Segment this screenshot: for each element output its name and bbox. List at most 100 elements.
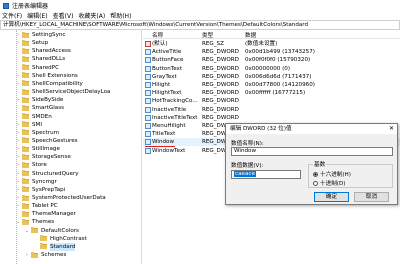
value-name-field[interactable]: Window [231, 147, 393, 156]
tree-item[interactable]: › SMI [14, 121, 42, 129]
chevron-right-icon[interactable]: › [14, 96, 22, 104]
chevron-right-icon[interactable]: › [14, 178, 22, 186]
dword-value-icon [145, 73, 151, 80]
column-name[interactable]: 名称 [152, 31, 163, 39]
folder-icon [22, 39, 29, 46]
key-tree[interactable]: › SettingSync › Setup SharedAccess SharedDLLs… [0, 30, 142, 264]
tree-item[interactable]: ⌄ DefaultColors [23, 227, 79, 235]
value-row[interactable]: InactiveTitleText REG_DWORD [143, 114, 400, 122]
chevron-right-icon[interactable]: › [14, 186, 22, 194]
value-type: REG_DWORD [202, 114, 239, 121]
value-row[interactable]: GrayText REG_DWORD 0x006d6d6d (7171437) [143, 73, 400, 81]
tree-item-label: Store [32, 162, 47, 169]
folder-icon [22, 31, 29, 38]
value-data: 0x00ffffff (16777215) [245, 90, 306, 97]
tree-item[interactable]: › Schemes [23, 251, 66, 259]
chevron-down-icon[interactable]: ⌄ [23, 227, 31, 235]
ok-button[interactable]: 确定 [314, 192, 349, 202]
value-row[interactable]: Hilight REG_DWORD 0x00d77800 (14120960) [143, 81, 400, 89]
tree-item[interactable]: › Shell Extensions [14, 72, 78, 80]
tree-item[interactable]: › ShellCompatibility [14, 80, 83, 88]
tree-item-label: SpeechGestures [32, 137, 78, 144]
tree-item[interactable]: Standard [32, 242, 76, 251]
menu-view[interactable]: 查看(V) [53, 11, 74, 20]
tree-item[interactable]: SharedAccess [14, 47, 71, 55]
value-row[interactable]: ButtonText REG_DWORD 0x00000000 (0) [143, 65, 400, 73]
tree-item[interactable]: › Store [14, 161, 47, 169]
value-type: REG_DWORD [202, 106, 239, 113]
chevron-right-icon[interactable]: › [14, 121, 22, 129]
tree-item[interactable]: › Syncmgr [14, 178, 57, 186]
tree-item[interactable]: SmartGlass [14, 104, 64, 112]
tree-item[interactable]: ⌄ Themes [14, 218, 54, 226]
menu-edit[interactable]: 编辑(E) [27, 11, 47, 20]
dword-value-icon [145, 57, 151, 64]
chevron-right-icon[interactable]: › [14, 129, 22, 137]
value-row[interactable]: HotTrackingCo... REG_DWORD [143, 97, 400, 105]
tree-item[interactable]: › StillImage [14, 145, 60, 153]
chevron-right-icon[interactable]: › [14, 161, 22, 169]
column-type[interactable]: 类型 [202, 31, 213, 39]
address-bar[interactable]: 计算机\HKEY_LOCAL_MACHINE\SOFTWARE\Microsof… [0, 20, 400, 30]
value-type: REG_DWORD [202, 98, 239, 105]
tree-item[interactable]: › Spectrum [14, 129, 59, 137]
value-name: GrayText [152, 73, 177, 80]
folder-icon [22, 55, 29, 62]
value-name: TitleText [152, 131, 176, 138]
cancel-button[interactable]: 取消 [354, 192, 389, 202]
tree-item-label: SideBySide [32, 97, 64, 104]
chevron-right-icon[interactable]: › [14, 170, 22, 178]
dialog-title-bar: 编辑 DWORD (32 位)值 ✕ [226, 124, 397, 134]
chevron-right-icon[interactable]: › [14, 80, 22, 88]
tree-item[interactable]: › StorageSense [14, 153, 71, 161]
chevron-right-icon[interactable]: › [14, 39, 22, 47]
tree-item[interactable]: › Setup [14, 39, 48, 47]
value-row[interactable]: InactiveTitle REG_DWORD [143, 106, 400, 114]
tree-item[interactable]: › SysPrepTapi [14, 186, 65, 194]
chevron-right-icon[interactable]: › [14, 194, 22, 202]
menu-help[interactable]: 帮助(H) [110, 11, 131, 20]
chevron-right-icon[interactable]: › [14, 137, 22, 145]
menu-favorites[interactable]: 收藏夹(A) [78, 11, 105, 20]
menu-file[interactable]: 文件(F) [2, 11, 22, 20]
tree-item[interactable]: SharedDLLs [14, 55, 65, 63]
tree-item[interactable]: › SystemProtectedUserData [14, 194, 106, 202]
folder-icon [40, 243, 47, 250]
tree-item[interactable]: › StructuredQuery [14, 170, 79, 178]
chevron-right-icon[interactable]: › [14, 202, 22, 210]
value-type: REG_DWORD [202, 82, 239, 88]
value-row[interactable]: ButtonFace REG_DWORD 0x00f0f0f0 (15790320) [143, 56, 400, 64]
folder-icon [22, 145, 29, 152]
value-data: (数值未设置) [245, 41, 278, 47]
column-data[interactable]: 数据 [245, 31, 256, 39]
string-value-icon [145, 41, 151, 47]
tree-item-label: Shell Extensions [32, 72, 78, 79]
tree-item[interactable]: › SettingSync [14, 31, 66, 39]
tree-item[interactable]: SMDEn [14, 113, 52, 121]
value-data-field[interactable]: caeace [231, 170, 301, 179]
chevron-right-icon[interactable]: › [14, 31, 22, 39]
chevron-right-icon[interactable]: › [23, 251, 31, 259]
value-row[interactable]: ActiveTitle REG_DWORD 0x00d1b499 (13743257… [143, 48, 400, 56]
chevron-right-icon[interactable]: › [14, 145, 22, 153]
tree-item[interactable]: HighContrast [32, 235, 87, 243]
tree-item-label: SharedDLLs [32, 56, 66, 63]
value-row[interactable]: (默认) REG_SZ (数值未设置) [143, 40, 400, 48]
value-row[interactable]: HilightText REG_DWORD 0x00ffffff (16777215… [143, 89, 400, 97]
chevron-right-icon[interactable]: › [14, 72, 22, 80]
radio-dec[interactable]: 十进制(D) [313, 179, 345, 187]
chevron-right-icon[interactable]: › [14, 153, 22, 161]
tree-item[interactable]: SharedPC [14, 64, 59, 72]
dword-value-icon [145, 82, 151, 88]
tree-item[interactable]: ThemeManager [14, 210, 76, 218]
dword-value-icon [145, 147, 151, 154]
folder-icon [22, 161, 29, 168]
folder-icon [22, 218, 29, 225]
chevron-down-icon[interactable]: ⌄ [14, 218, 22, 226]
tree-item[interactable]: › SideBySide [14, 96, 63, 104]
close-icon[interactable]: ✕ [389, 124, 394, 134]
radio-hex[interactable]: 十六进制(H) [313, 170, 351, 178]
tree-item[interactable]: › Tablet PC [14, 202, 58, 210]
tree-item[interactable]: › SpeechGestures [14, 137, 78, 145]
tree-item[interactable]: ShellServiceObjectDelayLoa [14, 88, 110, 96]
